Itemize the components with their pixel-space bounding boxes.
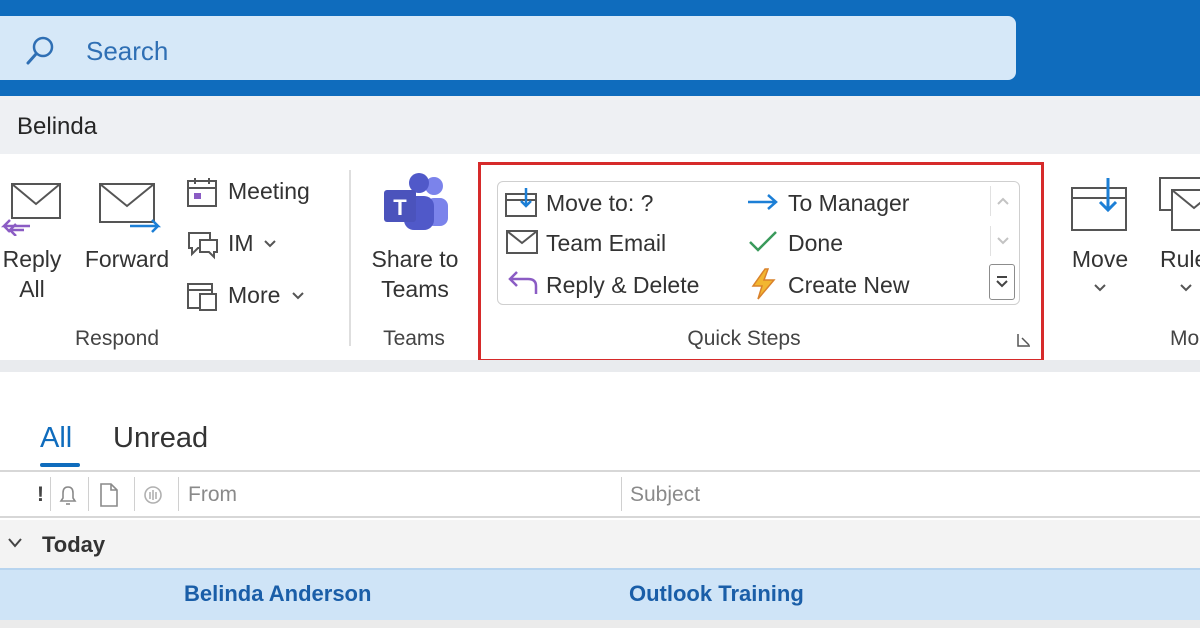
quick-step-create-new-label: Create New — [788, 272, 910, 298]
quick-step-team-email[interactable]: Team Email — [504, 228, 694, 262]
quick-step-move-to-label: Move to: ? — [546, 190, 654, 216]
column-separator — [178, 477, 179, 511]
chevron-down-icon — [1180, 284, 1192, 292]
list-bottom — [0, 620, 1200, 628]
chevron-down-icon — [997, 237, 1009, 245]
meeting-button[interactable]: Meeting — [186, 174, 326, 210]
quick-steps-group-label: Quick Steps — [687, 327, 801, 350]
im-label: IM — [228, 230, 254, 256]
share-to-teams-button[interactable]: T Share to Teams — [362, 170, 468, 310]
forward-button[interactable]: Forward — [82, 170, 172, 280]
quick-step-to-manager-label: To Manager — [788, 190, 910, 216]
reply-delete-icon — [508, 271, 538, 294]
more-icon — [187, 283, 217, 311]
quick-step-team-email-label: Team Email — [546, 230, 667, 256]
column-separator — [88, 477, 89, 511]
search-input[interactable]: Search — [86, 34, 168, 68]
to-manager-icon — [748, 194, 778, 210]
respond-group-label: Respond — [74, 327, 160, 350]
reply-all-label-2: All — [19, 276, 45, 302]
quick-step-to-manager[interactable]: To Manager — [746, 186, 946, 222]
teams-group-label: Teams — [383, 327, 445, 350]
tab-unread[interactable]: Unread — [113, 420, 208, 456]
search-icon — [26, 36, 54, 65]
quick-step-reply-delete[interactable]: Reply & Delete — [504, 268, 724, 302]
importance-column-header[interactable]: ! — [37, 482, 44, 508]
move-icon — [1071, 178, 1127, 231]
more-label: More — [228, 282, 281, 308]
column-separator — [621, 477, 622, 511]
mail-list-header — [0, 470, 1200, 518]
move-group-label: Mo — [1170, 327, 1200, 350]
mail-group-today[interactable] — [0, 520, 1200, 568]
chevron-down-icon — [292, 292, 304, 300]
gallery-scroll-down[interactable] — [990, 226, 1014, 256]
column-separator — [134, 477, 135, 511]
move-button[interactable]: Move — [1060, 170, 1140, 300]
create-new-icon — [751, 268, 776, 300]
meeting-label: Meeting — [228, 178, 310, 204]
reply-all-icon — [0, 183, 61, 236]
table-row[interactable] — [0, 568, 1200, 620]
gallery-expand-button[interactable] — [989, 264, 1015, 300]
expand-gallery-icon — [996, 276, 1008, 288]
done-icon — [749, 231, 777, 252]
forward-label: Forward — [84, 246, 170, 272]
reply-all-label-1: Reply — [2, 246, 62, 272]
reminder-icon[interactable] — [56, 483, 80, 507]
document-icon[interactable] — [98, 482, 120, 508]
dialog-launcher-icon[interactable] — [1016, 332, 1032, 348]
subject-column-header[interactable]: Subject — [630, 482, 700, 508]
attachment-icon[interactable] — [142, 483, 164, 507]
rules-button[interactable]: Rule — [1152, 170, 1200, 300]
team-email-icon — [506, 230, 538, 254]
quick-step-move-to[interactable]: Move to: ? — [504, 186, 694, 222]
move-to-icon — [505, 188, 537, 217]
meeting-icon — [187, 178, 217, 207]
quick-step-done-label: Done — [788, 230, 843, 256]
ribbon-divider — [349, 170, 351, 346]
gallery-scroll-up[interactable] — [990, 186, 1014, 216]
column-separator — [50, 477, 51, 511]
share-to-teams-label-1: Share to — [371, 246, 459, 272]
im-button[interactable]: IM — [186, 226, 286, 262]
mail-from: Belinda Anderson — [184, 581, 372, 606]
svg-text:T: T — [393, 195, 407, 220]
tab-all[interactable]: All — [40, 420, 72, 456]
chevron-down-icon — [264, 240, 276, 248]
from-column-header[interactable]: From — [188, 482, 237, 508]
rules-icon — [1159, 177, 1200, 231]
mail-subject: Outlook Training — [629, 581, 804, 606]
forward-icon — [99, 183, 162, 233]
chevron-down-icon[interactable] — [8, 538, 22, 548]
im-icon — [188, 232, 218, 260]
move-label: Move — [1071, 246, 1129, 272]
quick-step-done[interactable]: Done — [746, 228, 896, 262]
mail-group-label: Today — [42, 532, 106, 557]
tab-all-indicator — [40, 463, 80, 467]
share-to-teams-label-2: Teams — [381, 276, 449, 302]
account-name: Belinda — [17, 113, 98, 140]
ribbon-bottom-border — [0, 360, 1200, 372]
quick-step-reply-delete-label: Reply & Delete — [546, 272, 700, 298]
chevron-down-icon — [1094, 284, 1106, 292]
rules-label: Rule — [1160, 246, 1200, 272]
reply-all-button[interactable]: Reply All — [0, 170, 66, 310]
account-strip — [0, 96, 1200, 154]
teams-icon: T — [384, 173, 448, 230]
more-button[interactable]: More — [186, 278, 316, 314]
chevron-up-icon — [997, 197, 1009, 205]
quick-step-create-new[interactable]: Create New — [746, 268, 946, 302]
